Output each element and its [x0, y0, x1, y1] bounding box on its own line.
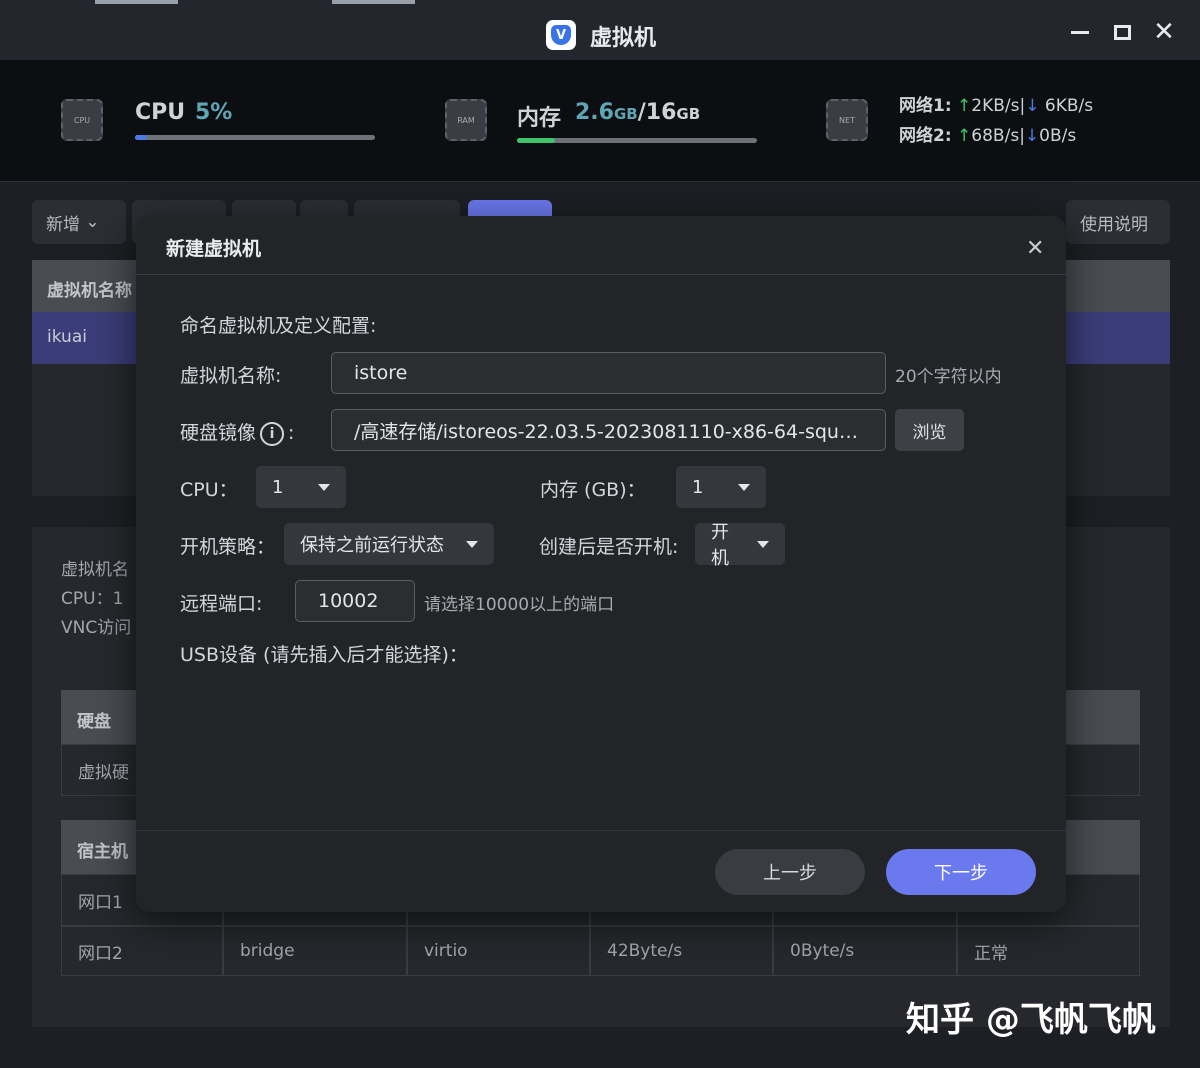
- upload-arrow-icon: ↑: [957, 126, 972, 146]
- disk-image-path-input[interactable]: /高速存储/istoreos-22.03.5-2023081110-x86-64…: [331, 409, 886, 451]
- detail-name: 虚拟机名: [61, 560, 129, 580]
- vm-name-label: 虚拟机名称:: [180, 365, 282, 387]
- maximize-button[interactable]: [1108, 18, 1136, 46]
- download-arrow-icon: ↓: [1024, 126, 1040, 146]
- remote-port-label: 远程端口:: [180, 593, 263, 615]
- minimize-icon: [1071, 30, 1089, 34]
- desktop-strip: [332, 0, 415, 4]
- cpu-label: CPU：: [180, 479, 238, 501]
- window-title: 虚拟机: [590, 26, 657, 51]
- caret-down-icon: [757, 540, 769, 548]
- divider: [136, 274, 1066, 275]
- vm-name-column-header: 虚拟机名称: [47, 281, 132, 301]
- detail-vnc: VNC访问: [61, 618, 132, 638]
- remote-port-hint: 请选择10000以上的端口: [424, 595, 615, 615]
- network-2-stats: 网络2: ↑68B/s|↓0B/s: [899, 126, 1077, 146]
- caret-down-icon: [466, 540, 478, 548]
- new-vm-dialog: 新建虚拟机 ✕ 命名虚拟机及定义配置: 虚拟机名称: 20个字符以内 硬盘镜像i…: [136, 216, 1066, 912]
- disk-image-label: 硬盘镜像 i:: [180, 421, 295, 446]
- cpu-usage-fill: [135, 135, 147, 140]
- dialog-close-button[interactable]: ✕: [1026, 236, 1044, 261]
- memory-usage-bar: [517, 138, 757, 143]
- memory-select[interactable]: 1: [676, 466, 766, 508]
- usb-devices-label: USB设备 (请先插入后才能选择)：: [180, 644, 468, 666]
- desktop-strip: [95, 0, 178, 4]
- close-icon: ✕: [1026, 236, 1045, 261]
- add-dropdown-button[interactable]: 新增 ⌄: [32, 200, 126, 244]
- cpu-chip-icon: CPU: [61, 99, 103, 141]
- app-logo-icon: V: [546, 20, 576, 50]
- close-icon: ✕: [1153, 17, 1175, 47]
- nic-row-2-driver: virtio: [407, 926, 590, 976]
- cpu-value: 5%: [195, 100, 233, 125]
- network-icon: NET: [826, 99, 868, 141]
- host-header-label: 宿主机: [77, 842, 128, 862]
- boot-policy-label: 开机策略：: [180, 536, 276, 558]
- title-bar: V 虚拟机 ✕: [0, 0, 1200, 60]
- divider: [136, 830, 1066, 831]
- resource-stats-bar: CPU CPU 5% RAM 内存 2.6GB/16GB NET 网络1: ↑2…: [0, 60, 1200, 182]
- help-button[interactable]: 使用说明: [1066, 200, 1170, 244]
- upload-arrow-icon: ↑: [957, 96, 972, 116]
- maximize-icon: [1113, 24, 1131, 40]
- nic-row-2-name: 网口2: [61, 926, 223, 976]
- network-1-stats: 网络1: ↑2KB/s|↓ 6KB/s: [899, 96, 1094, 116]
- cpu-label: CPU: [135, 100, 186, 125]
- vm-row-name: ikuai: [47, 327, 87, 347]
- next-step-button[interactable]: 下一步: [886, 849, 1036, 895]
- auto-start-label: 创建后是否开机:: [539, 536, 679, 558]
- vm-name-hint: 20个字符以内: [895, 367, 1002, 387]
- nic-row-2-status: 正常: [957, 926, 1140, 976]
- download-arrow-icon: ↓: [1025, 96, 1040, 116]
- minimize-button[interactable]: [1066, 18, 1094, 46]
- detail-cpu: CPU：1: [61, 589, 124, 609]
- browse-button[interactable]: 浏览: [895, 409, 964, 451]
- vm-name-input[interactable]: [331, 352, 886, 394]
- info-icon[interactable]: i: [260, 421, 285, 446]
- boot-policy-select[interactable]: 保持之前运行状态: [284, 523, 494, 565]
- cpu-usage-bar: [135, 135, 375, 140]
- nic-row-2-mode: bridge: [223, 926, 407, 976]
- nic-row-2-tx: 0Byte/s: [773, 926, 957, 976]
- caret-down-icon: [738, 483, 750, 491]
- memory-label: 内存: [517, 106, 562, 131]
- previous-step-button[interactable]: 上一步: [715, 849, 865, 895]
- disk-header-label: 硬盘: [77, 712, 111, 732]
- nic-row-2-rx: 42Byte/s: [590, 926, 773, 976]
- ram-chip-icon: RAM: [445, 99, 487, 141]
- dialog-title: 新建虚拟机: [166, 238, 262, 260]
- close-window-button[interactable]: ✕: [1150, 17, 1178, 47]
- dialog-intro: 命名虚拟机及定义配置:: [180, 315, 377, 337]
- auto-start-select[interactable]: 开机: [695, 522, 785, 569]
- memory-label: 内存 (GB)：: [540, 479, 646, 501]
- watermark: 知乎 @飞帆飞帆: [906, 1000, 1156, 1040]
- cpu-select[interactable]: 1: [256, 466, 346, 508]
- memory-usage-fill: [517, 138, 556, 143]
- caret-down-icon: [318, 483, 330, 491]
- memory-value: 2.6GB/16GB: [575, 100, 701, 125]
- remote-port-input[interactable]: [295, 580, 415, 622]
- chevron-down-icon: ⌄: [85, 212, 100, 232]
